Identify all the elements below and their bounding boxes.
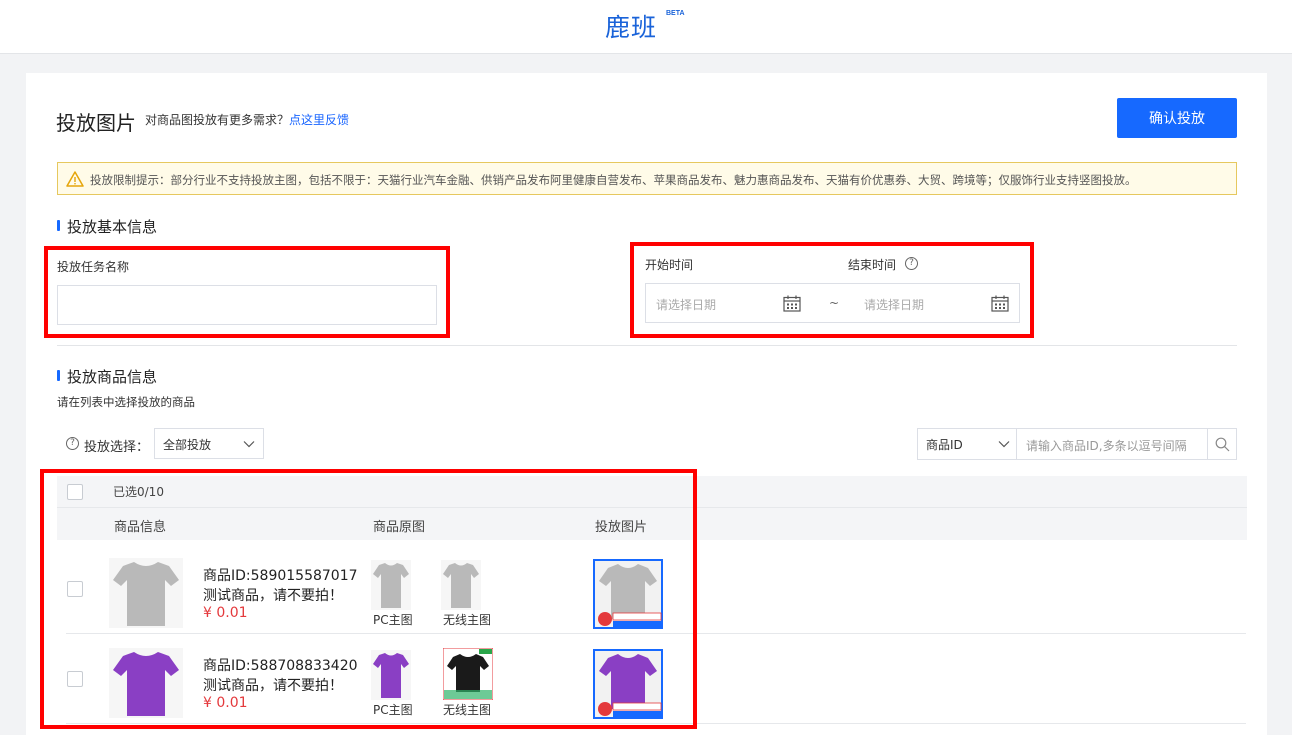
calendar-icon[interactable] <box>991 295 1009 312</box>
confirm-publish-button[interactable]: 确认投放 <box>1117 98 1237 138</box>
filter-label: 投放选择： <box>84 440 150 455</box>
page-subtitle: 对商品图投放有更多需求？点这里反馈 <box>145 111 349 128</box>
mobile-main-image[interactable] <box>443 648 493 700</box>
section-basic-info-title: 投放基本信息 <box>57 216 157 237</box>
task-name-input[interactable] <box>57 285 437 325</box>
chevron-down-icon <box>243 441 255 448</box>
start-time-label: 开始时间 <box>645 258 694 272</box>
search-placeholder: 请输入商品ID,多条以逗号间隔 <box>1026 439 1187 453</box>
product-price: ¥ 0.01 <box>203 695 248 711</box>
filter-select[interactable]: 全部投放 <box>154 428 264 459</box>
selected-count: 已选0/10 <box>113 485 164 499</box>
notice-bar: 投放限制提示：部分行业不支持投放主图，包括不限于：天猫行业汽车金融、供销产品发布… <box>57 162 1237 195</box>
calendar-icon[interactable] <box>783 295 801 312</box>
beta-badge: BETA <box>666 10 685 17</box>
product-name: 测试商品，请不要拍！ <box>203 678 343 694</box>
search-type-value: 商品ID <box>926 438 963 452</box>
product-thumbnail <box>109 558 183 628</box>
row-checkbox[interactable] <box>67 671 83 687</box>
products-hint: 请在列表中选择投放的商品 <box>57 395 195 409</box>
table-header <box>57 476 1247 540</box>
column-header-product-info: 商品信息 <box>114 520 167 535</box>
chevron-down-icon <box>998 441 1010 448</box>
product-thumbnail <box>109 648 183 718</box>
publish-image[interactable] <box>593 559 663 629</box>
mobile-main-image[interactable] <box>441 560 481 610</box>
publish-image[interactable] <box>593 649 663 719</box>
start-date-input[interactable]: 请选择日期 <box>656 296 716 313</box>
mobile-main-caption: 无线主图 <box>443 703 492 717</box>
search-button[interactable] <box>1207 428 1237 460</box>
product-id: 商品ID:589015587017 <box>203 568 358 584</box>
select-all-checkbox[interactable] <box>67 484 83 500</box>
filter-help-icon[interactable]: ? <box>66 437 79 450</box>
product-id: 商品ID:588708833420 <box>203 658 358 674</box>
end-time-help-icon[interactable]: ? <box>905 257 918 270</box>
section-products-title: 投放商品信息 <box>57 366 157 387</box>
pc-main-caption: PC主图 <box>373 613 413 627</box>
row-checkbox[interactable] <box>67 581 83 597</box>
search-icon <box>1215 437 1230 452</box>
product-name: 测试商品，请不要拍！ <box>203 588 343 604</box>
date-range-separator: ~ <box>829 296 840 310</box>
section-divider <box>57 345 1237 346</box>
product-price: ¥ 0.01 <box>203 605 248 621</box>
table-header-separator <box>57 507 1247 508</box>
feedback-link[interactable]: 点这里反馈 <box>289 113 349 127</box>
app-logo[interactable]: 鹿班 <box>605 8 657 44</box>
pc-main-caption: PC主图 <box>373 703 413 717</box>
date-range-picker[interactable]: 请选择日期 ~ 请选择日期 <box>645 283 1020 323</box>
end-date-input[interactable]: 请选择日期 <box>864 296 924 313</box>
pc-main-image[interactable] <box>371 560 411 610</box>
search-type-select[interactable]: 商品ID <box>917 428 1017 460</box>
row-separator <box>66 723 1246 724</box>
task-name-label: 投放任务名称 <box>57 260 130 274</box>
top-bar: 鹿班 BETA <box>0 0 1292 54</box>
notice-text: 投放限制提示：部分行业不支持投放主图，包括不限于：天猫行业汽车金融、供销产品发布… <box>90 173 1137 187</box>
column-header-publish-image: 投放图片 <box>595 520 648 535</box>
page-title: 投放图片 <box>56 111 136 135</box>
end-time-label: 结束时间 <box>848 258 897 272</box>
warning-icon <box>66 171 84 187</box>
pc-main-image[interactable] <box>371 650 411 700</box>
subtitle-text: 对商品图投放有更多需求？ <box>145 113 290 127</box>
row-separator <box>66 633 1246 634</box>
filter-select-value: 全部投放 <box>163 438 212 452</box>
product-id-search-input[interactable]: 请输入商品ID,多条以逗号间隔 <box>1016 428 1208 460</box>
mobile-main-caption: 无线主图 <box>443 613 492 627</box>
column-header-original-image: 商品原图 <box>373 520 426 535</box>
